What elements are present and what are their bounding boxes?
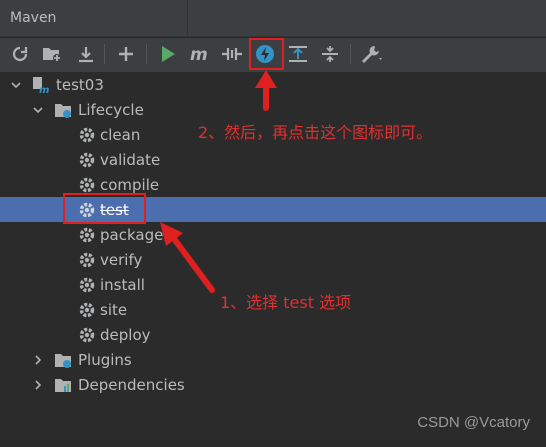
svg-text:m: m bbox=[190, 45, 208, 63]
panel-title: Maven bbox=[10, 10, 57, 26]
gear-icon bbox=[79, 327, 95, 343]
toolbar-separator bbox=[146, 44, 147, 64]
gear-icon bbox=[79, 152, 95, 168]
settings-wrench-icon[interactable] bbox=[360, 42, 384, 66]
goal-label: verify bbox=[100, 250, 143, 269]
annotation-highlight-test bbox=[63, 193, 146, 224]
add-maven-project-icon[interactable] bbox=[40, 42, 64, 66]
annotation-step2: 2、然后，再点击这个图标即可。 bbox=[198, 123, 433, 142]
goal-label: clean bbox=[100, 125, 141, 144]
gear-icon bbox=[79, 177, 95, 193]
svg-text:m: m bbox=[39, 85, 49, 94]
maven-goal-icon[interactable]: m bbox=[188, 42, 212, 66]
dependencies-folder-icon bbox=[55, 379, 71, 392]
toolbar-separator bbox=[104, 44, 105, 64]
chevron-down-icon[interactable] bbox=[10, 79, 22, 91]
gear-icon bbox=[79, 302, 95, 318]
title-divider bbox=[187, 0, 188, 37]
lifecycle-label: Lifecycle bbox=[78, 100, 144, 119]
lifecycle-folder-icon bbox=[55, 104, 71, 118]
goal-label: package bbox=[100, 225, 164, 244]
annotation-step1: 1、选择 test 选项 bbox=[220, 293, 352, 312]
dependencies-label: Dependencies bbox=[78, 375, 185, 394]
chevron-down-icon[interactable] bbox=[32, 104, 44, 116]
project-name: test03 bbox=[56, 75, 104, 94]
gear-icon bbox=[79, 277, 95, 293]
reload-icon[interactable] bbox=[8, 42, 32, 66]
show-dependencies-icon[interactable] bbox=[286, 42, 310, 66]
goal-label: compile bbox=[100, 175, 160, 194]
collapse-all-icon[interactable] bbox=[318, 42, 342, 66]
gear-icon bbox=[79, 127, 95, 143]
toolbar-separator bbox=[350, 44, 351, 64]
tree-node-project[interactable]: m test03 bbox=[0, 72, 546, 97]
goal-label: install bbox=[100, 275, 145, 294]
maven-module-icon: m bbox=[33, 77, 49, 94]
goal-row[interactable]: validate bbox=[0, 147, 546, 172]
plugins-folder-icon bbox=[55, 354, 71, 368]
tree-node-plugins[interactable]: Plugins bbox=[0, 347, 546, 372]
goal-label: site bbox=[100, 300, 128, 319]
goal-label: deploy bbox=[100, 325, 151, 344]
run-icon[interactable] bbox=[156, 42, 180, 66]
goal-row[interactable]: deploy bbox=[0, 322, 546, 347]
chevron-right-icon[interactable] bbox=[32, 379, 44, 391]
goal-label: validate bbox=[100, 150, 161, 169]
gear-icon bbox=[79, 252, 95, 268]
goal-row[interactable]: verify bbox=[0, 247, 546, 272]
watermark: CSDN @Vcatory bbox=[417, 414, 530, 431]
download-sources-icon[interactable] bbox=[74, 42, 98, 66]
gear-icon bbox=[79, 227, 95, 243]
tree-node-dependencies[interactable]: Dependencies bbox=[0, 372, 546, 397]
plugins-label: Plugins bbox=[78, 350, 132, 369]
toggle-offline-icon[interactable] bbox=[220, 42, 244, 66]
goal-row[interactable]: package bbox=[0, 222, 546, 247]
annotation-highlight-toolbar bbox=[249, 38, 284, 70]
title-bar: Maven bbox=[0, 0, 546, 37]
chevron-right-icon[interactable] bbox=[32, 354, 44, 366]
plus-icon[interactable] bbox=[114, 42, 138, 66]
